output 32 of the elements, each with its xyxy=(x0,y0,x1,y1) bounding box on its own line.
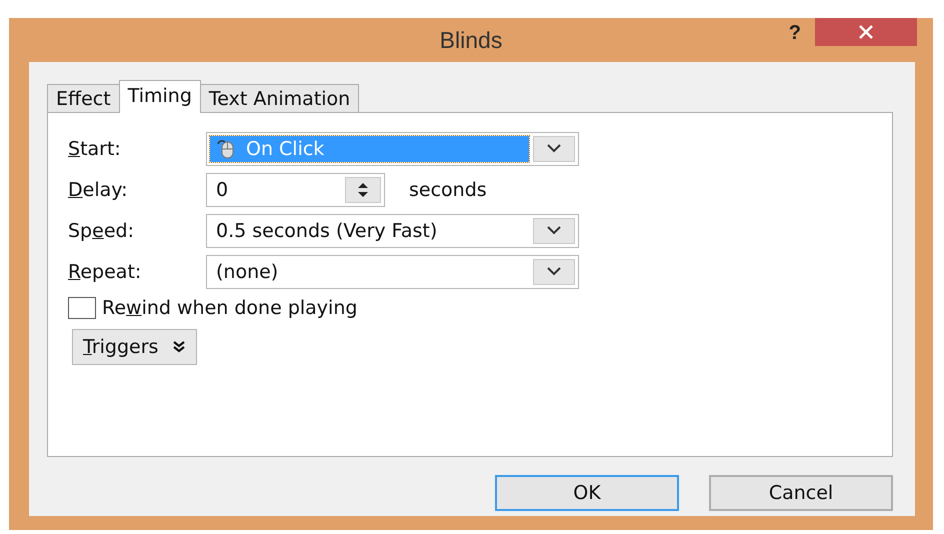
tab[interactable]: Effect xyxy=(47,84,120,112)
chevron-down-icon xyxy=(547,267,561,276)
field-label: Start: xyxy=(68,138,122,160)
close-icon xyxy=(858,25,874,39)
unit-label: seconds xyxy=(409,178,487,200)
tab[interactable]: Text Animation xyxy=(200,84,360,112)
field-value: 0 xyxy=(215,178,230,200)
help-button[interactable]: ? xyxy=(788,22,801,45)
dropdown-value: (none) xyxy=(215,260,280,284)
dropdown[interactable]: 0.5 seconds (Very Fast) xyxy=(206,214,579,248)
field-label: Delay: xyxy=(68,178,129,200)
dropdown-value: 0.5 seconds (Very Fast) xyxy=(215,218,438,244)
dropdown-value: On Click xyxy=(210,136,529,162)
chevron-down-icon xyxy=(547,144,561,153)
dialog-button[interactable]: Cancel xyxy=(709,475,893,511)
chevron-down-icon xyxy=(547,226,561,235)
close-button[interactable] xyxy=(815,18,917,46)
dropdown-button[interactable] xyxy=(533,258,575,284)
field-label: Speed: xyxy=(68,220,135,242)
dialog-button[interactable]: OK xyxy=(495,475,679,511)
number-field[interactable]: 0 xyxy=(206,172,385,206)
dropdown-button[interactable] xyxy=(533,218,575,244)
dropdown[interactable]: (none) xyxy=(206,254,579,288)
tab[interactable]: Timing xyxy=(118,80,201,113)
double-chevron-down-icon xyxy=(172,340,186,354)
spin-buttons[interactable] xyxy=(345,176,381,202)
checkbox-label: Rewind when done playing xyxy=(102,297,358,319)
dropdown-button[interactable] xyxy=(533,136,575,162)
window-title: Blinds xyxy=(440,26,502,54)
triggers-button[interactable]: Triggers xyxy=(72,329,198,365)
field-label: Repeat: xyxy=(68,260,142,282)
checkbox[interactable] xyxy=(68,297,96,319)
